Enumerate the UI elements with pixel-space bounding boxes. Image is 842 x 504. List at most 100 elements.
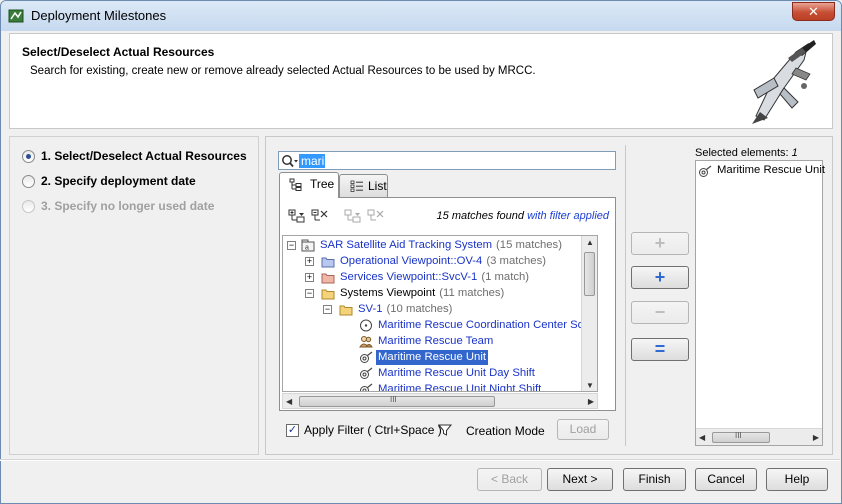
step-label: 2. Specify deployment date bbox=[41, 174, 196, 188]
remove-all-icon: = bbox=[654, 339, 666, 359]
tree-vertical-scrollbar[interactable]: ▲ ▼ bbox=[581, 236, 597, 391]
step-select-resources[interactable]: 1. Select/Deselect Actual Resources bbox=[17, 147, 257, 172]
folder-icon bbox=[321, 289, 335, 300]
selected-count: 1 bbox=[791, 147, 798, 159]
creation-mode-label[interactable]: Creation Mode bbox=[466, 424, 545, 438]
scroll-up-icon[interactable]: ▲ bbox=[586, 238, 594, 247]
filter-applied-link[interactable]: with filter applied bbox=[527, 210, 609, 222]
create-new-button[interactable]: + bbox=[631, 266, 689, 289]
match-count: (3 matches) bbox=[486, 255, 546, 267]
tree-label: Services Viewpoint::SvcV-1 bbox=[340, 271, 478, 283]
step-radio[interactable] bbox=[22, 175, 35, 188]
scroll-down-icon[interactable]: ▼ bbox=[586, 381, 594, 390]
matches-info: 15 matches found with filter applied bbox=[437, 210, 609, 222]
scroll-left-icon[interactable]: ◀ bbox=[699, 433, 705, 442]
header-title: Select/Deselect Actual Resources bbox=[22, 45, 215, 59]
load-button[interactable]: Load bbox=[557, 419, 609, 440]
tab-label: List bbox=[368, 179, 387, 193]
package-icon: a bbox=[301, 239, 315, 252]
tree-label: Systems Viewpoint bbox=[340, 287, 436, 299]
next-button[interactable]: Next > bbox=[547, 468, 613, 491]
footer-separator-highlight bbox=[0, 460, 840, 461]
remove-all-button[interactable]: = bbox=[631, 338, 689, 361]
header-description: Search for existing, create new or remov… bbox=[30, 65, 536, 77]
tree-label: Maritime Rescue Unit Day Shift bbox=[378, 367, 535, 379]
add-button[interactable]: + bbox=[631, 232, 689, 255]
element-tree[interactable]: − a SAR Satellite Aid Tracking System (15… bbox=[282, 235, 598, 392]
folder-icon bbox=[321, 257, 335, 268]
satellite-icon bbox=[699, 165, 712, 177]
window-title: Deployment Milestones bbox=[31, 8, 167, 23]
collapse-toggle[interactable]: − bbox=[287, 241, 296, 250]
close-button[interactable]: ✕ bbox=[792, 2, 835, 21]
folder-icon bbox=[339, 305, 353, 316]
match-count: (1 match) bbox=[481, 271, 530, 283]
remove-icon: − bbox=[654, 302, 666, 322]
selected-elements-label: Selected elements: 1 bbox=[695, 147, 798, 159]
finish-button[interactable]: Finish bbox=[623, 468, 686, 491]
tab-list[interactable]: List bbox=[339, 174, 388, 198]
satellite-icon bbox=[360, 367, 373, 379]
scroll-right-icon[interactable]: ▶ bbox=[588, 397, 594, 406]
search-input[interactable] bbox=[301, 153, 601, 168]
search-icon[interactable] bbox=[281, 154, 299, 168]
add-icon: + bbox=[654, 233, 666, 253]
step-radio[interactable] bbox=[22, 150, 35, 163]
app-icon bbox=[8, 9, 24, 23]
match-count: (11 matches) bbox=[439, 287, 505, 299]
filter-funnel-icon[interactable] bbox=[438, 423, 452, 437]
step-label: 1. Select/Deselect Actual Resources bbox=[41, 149, 247, 163]
scroll-thumb[interactable]: III bbox=[712, 431, 770, 443]
expand-toggle[interactable]: + bbox=[305, 257, 314, 266]
list-item-label: Maritime Rescue Unit bbox=[717, 164, 825, 176]
thumb-grip: III bbox=[735, 431, 742, 440]
collapse-toggle[interactable]: − bbox=[323, 305, 332, 314]
step-radio bbox=[22, 200, 35, 213]
list-icon bbox=[350, 180, 363, 192]
step-label: 3. Specify no longer used date bbox=[41, 199, 215, 213]
tab-label: Tree bbox=[310, 177, 335, 191]
tree-label: SAR Satellite Aid Tracking System bbox=[320, 239, 493, 251]
scroll-right-icon[interactable]: ▶ bbox=[813, 433, 819, 442]
scroll-left-icon[interactable]: ◀ bbox=[286, 397, 292, 406]
scroll-thumb[interactable] bbox=[584, 252, 595, 296]
tree-horizontal-scrollbar[interactable]: ◀ III ▶ bbox=[282, 393, 598, 409]
matches-count: 15 matches found bbox=[436, 210, 524, 222]
tree-label: Maritime Rescue Unit bbox=[376, 350, 488, 365]
folder-icon bbox=[321, 273, 335, 284]
back-button[interactable]: < Back bbox=[477, 468, 542, 491]
checkbox-checked[interactable]: ✓ bbox=[286, 424, 299, 437]
thumb-grip: III bbox=[390, 395, 397, 404]
collapse-all-icon[interactable] bbox=[311, 209, 329, 223]
selected-elements-text: Selected elements: bbox=[695, 147, 792, 159]
expand-all-icon[interactable] bbox=[288, 209, 306, 223]
create-new-icon: + bbox=[654, 267, 666, 287]
help-button[interactable]: Help bbox=[766, 468, 828, 491]
collapse-selected-icon bbox=[367, 209, 384, 221]
satellite-icon bbox=[360, 351, 373, 363]
tree-tab-content: 15 matches found with filter applied − a… bbox=[279, 197, 616, 411]
selected-horizontal-scrollbar[interactable]: ◀ III ▶ bbox=[696, 428, 822, 445]
tree-label: Maritime Rescue Team bbox=[378, 335, 494, 347]
circle-icon bbox=[360, 319, 372, 332]
expand-toggle[interactable]: + bbox=[305, 273, 314, 282]
remove-button[interactable]: − bbox=[631, 301, 689, 324]
space-shuttle-icon bbox=[752, 40, 816, 124]
cancel-button[interactable]: Cancel bbox=[695, 468, 757, 491]
apply-filter-label: Apply Filter ( Ctrl+Space ) bbox=[304, 423, 442, 437]
match-count: (15 matches) bbox=[496, 239, 562, 251]
selected-elements-list[interactable]: Maritime Rescue Unit ◀ III ▶ bbox=[695, 160, 825, 446]
steps-list: 1. Select/Deselect Actual Resources 2. S… bbox=[17, 147, 257, 222]
title-bar[interactable]: Deployment Milestones ✕ bbox=[1, 1, 841, 31]
scroll-thumb[interactable]: III bbox=[299, 395, 495, 407]
collapse-toggle[interactable]: − bbox=[305, 289, 314, 298]
tree-label: Maritime Rescue Unit Night Shift bbox=[378, 383, 542, 392]
tree-label: Maritime Rescue Coordination Center Soft… bbox=[378, 319, 598, 331]
wizard-header: Select/Deselect Actual Resources Search … bbox=[9, 33, 833, 129]
search-field[interactable] bbox=[278, 151, 616, 170]
tab-tree[interactable]: Tree bbox=[279, 172, 339, 198]
tree-icon bbox=[289, 178, 302, 191]
satellite-icon bbox=[360, 383, 373, 391]
step-deployment-date[interactable]: 2. Specify deployment date bbox=[17, 172, 257, 197]
tree-label: Operational Viewpoint::OV-4 bbox=[340, 255, 483, 267]
